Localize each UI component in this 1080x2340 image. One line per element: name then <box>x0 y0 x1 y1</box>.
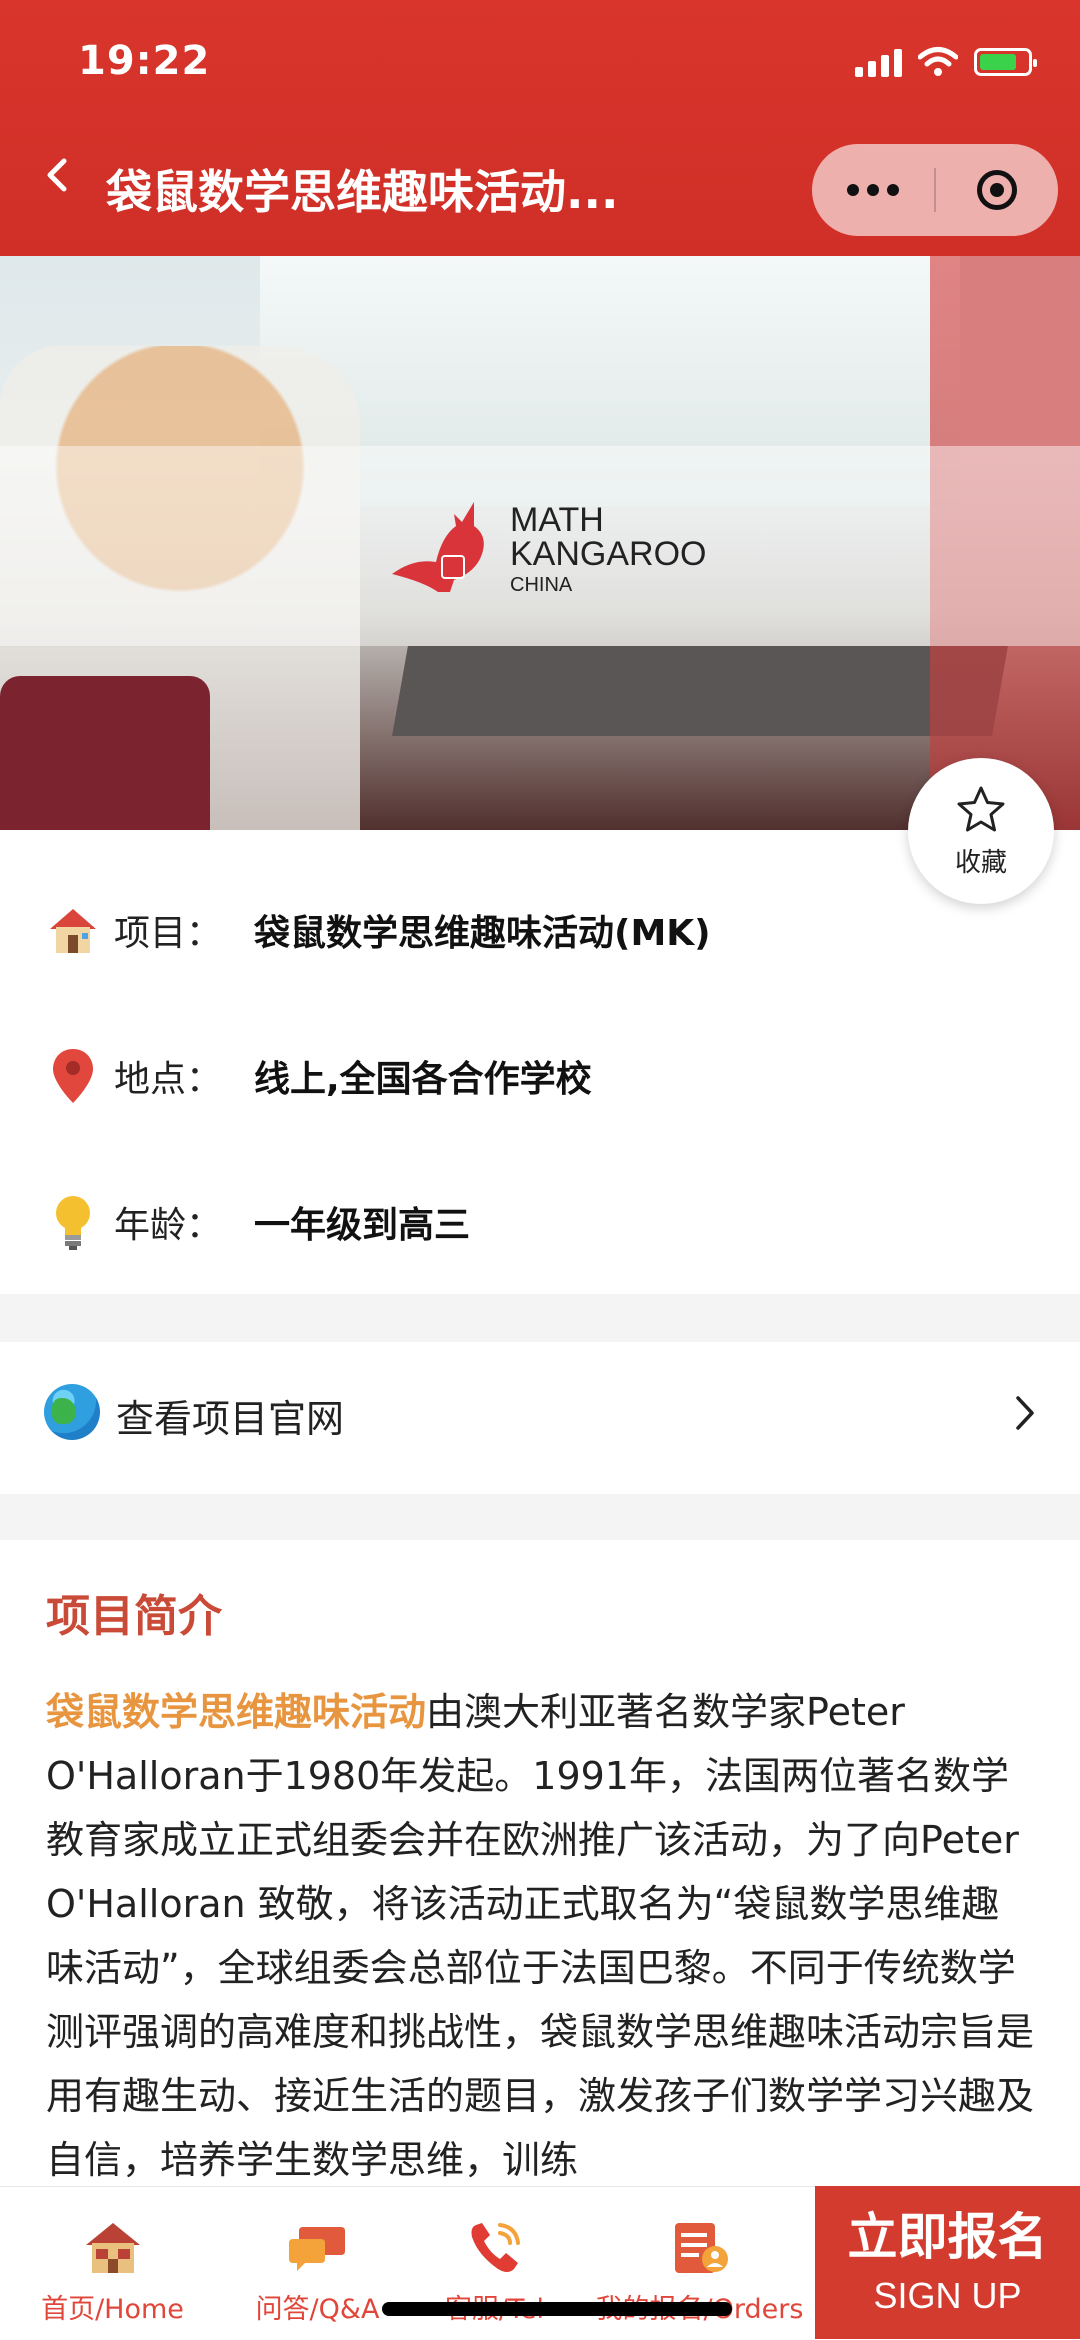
logo-text-kangaroo: KANGAROO <box>510 535 707 573</box>
info-row-project: 项目： 袋鼠数学思维趣味活动(MK) <box>46 900 711 960</box>
tab-orders[interactable]: 我的报名/Orders <box>596 2187 803 2340</box>
location-value: 线上,全国各合作学校 <box>254 1059 592 1100</box>
signal-icon <box>855 47 902 77</box>
chevron-right-icon <box>1016 1396 1034 1430</box>
info-section: 项目： 袋鼠数学思维趣味活动(MK) 地点： 线上,全国各合作学校 年龄： 一年… <box>0 830 1080 1294</box>
info-row-age: 年龄： 一年级到高三 <box>46 1192 470 1252</box>
home-icon <box>85 2223 140 2273</box>
back-icon[interactable] <box>40 158 74 192</box>
orders-icon <box>674 2223 728 2273</box>
location-label: 地点： <box>114 1059 223 1100</box>
target-icon <box>977 170 1017 210</box>
tab-qa-label: 问答/Q&A <box>255 2294 380 2325</box>
intro-section: 项目简介 袋鼠数学思维趣味活动由澳大利亚著名数学家Peter O'Hallora… <box>0 1540 1080 2200</box>
page-title: 袋鼠数学思维趣味活动... <box>106 165 619 219</box>
header-bar: 19:22 袋鼠数学思维趣味活动... <box>0 0 1080 256</box>
status-time: 19:22 <box>78 38 211 84</box>
age-value: 一年级到高三 <box>254 1205 471 1246</box>
tab-qa[interactable]: 问答/Q&A <box>215 2187 420 2340</box>
tab-tel[interactable]: 客服/Tel <box>392 2187 597 2340</box>
sign-up-button[interactable]: 立即报名 SIGN UP <box>815 2186 1080 2339</box>
wifi-icon <box>918 47 958 76</box>
favorite-label: 收藏 <box>954 847 1007 878</box>
sign-up-label-en: SIGN UP <box>873 2274 1022 2316</box>
hero-banner: MATH KANGAROO CHINA <box>0 256 1080 830</box>
star-icon <box>957 786 1005 831</box>
home-indicator[interactable] <box>382 2302 732 2316</box>
status-icons <box>855 46 1037 78</box>
chat-icon <box>288 2227 345 2271</box>
project-label: 项目： <box>114 913 223 954</box>
battery-icon <box>974 48 1037 76</box>
intro-highlight: 袋鼠数学思维趣味活动 <box>46 1690 427 1734</box>
lightbulb-icon <box>46 1195 100 1250</box>
mini-program-capsule <box>812 144 1058 236</box>
favorite-button[interactable]: 收藏 <box>908 758 1054 904</box>
info-row-location: 地点： 线上,全国各合作学校 <box>46 1046 592 1106</box>
sign-up-label-cn: 立即报名 <box>847 2207 1048 2266</box>
intro-heading: 项目简介 <box>46 1591 222 1642</box>
more-button[interactable] <box>812 184 934 196</box>
house-icon <box>46 903 100 957</box>
location-pin-icon <box>46 1049 100 1103</box>
age-label: 年龄： <box>114 1205 223 1246</box>
intro-text: 由澳大利亚著名数学家Peter O'Halloran于1980年发起。1991年… <box>46 1690 1035 2182</box>
math-kangaroo-logo: MATH KANGAROO CHINA <box>384 496 706 602</box>
kangaroo-logo-icon <box>392 502 484 592</box>
tab-home[interactable]: 首页/Home <box>10 2187 215 2340</box>
official-website-label: 查看项目官网 <box>116 1397 345 1441</box>
close-mini-program-button[interactable] <box>936 170 1058 210</box>
intro-paragraph: 袋鼠数学思维趣味活动由澳大利亚著名数学家Peter O'Halloran于198… <box>46 1680 1036 2192</box>
phone-icon <box>471 2223 520 2272</box>
logo-text-math: MATH <box>510 501 604 539</box>
globe-icon <box>44 1384 100 1440</box>
logo-text-china: CHINA <box>510 574 573 596</box>
official-website-link[interactable]: 查看项目官网 <box>0 1342 1080 1494</box>
tab-home-label: 首页/Home <box>41 2294 184 2325</box>
project-value: 袋鼠数学思维趣味活动(MK) <box>254 913 711 954</box>
